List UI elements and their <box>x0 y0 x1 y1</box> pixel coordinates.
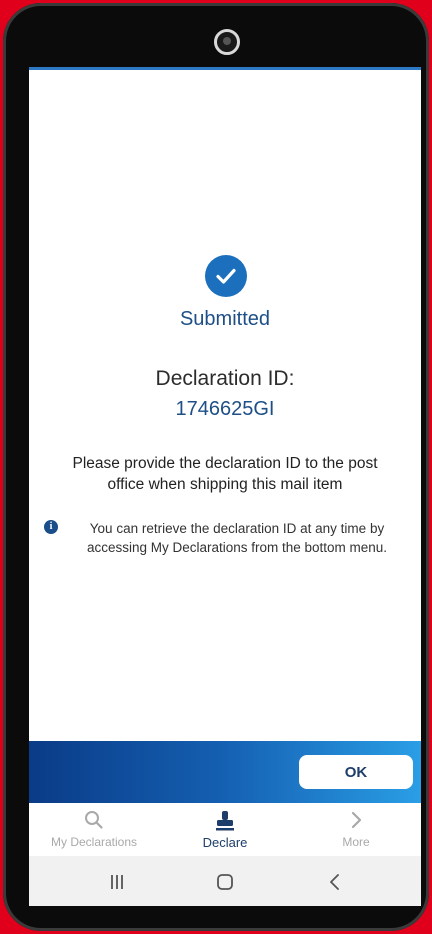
ok-button[interactable]: OK <box>299 755 413 789</box>
recents-icon[interactable] <box>87 856 147 906</box>
status-title: Submitted <box>179 308 271 330</box>
action-band: OK <box>29 741 421 803</box>
home-icon[interactable] <box>195 856 255 906</box>
instruction-text: Please provide the declaration ID to the… <box>72 455 378 493</box>
chevron-right-icon <box>291 809 421 831</box>
checkmark-icon <box>205 255 247 297</box>
tab-label: My Declarations <box>50 835 138 849</box>
declaration-id-label: Declaration ID: <box>155 367 295 390</box>
tab-label: More <box>342 835 370 849</box>
back-icon[interactable] <box>305 856 365 906</box>
info-icon: i <box>44 520 58 534</box>
declaration-id-value: 1746625GI <box>175 398 275 420</box>
bottom-tab-bar: My Declarations Declare More <box>29 803 421 856</box>
tab-label: Declare <box>202 835 248 850</box>
phone-frame: Submitted Declaration ID: 1746625GI Plea… <box>3 3 429 931</box>
system-nav-bar <box>29 856 421 906</box>
camera-icon <box>214 29 240 55</box>
tab-declare[interactable]: Declare <box>160 803 290 856</box>
search-icon <box>29 809 159 831</box>
info-text: You can retrieve the declaration ID at a… <box>86 521 388 555</box>
app-screen: Submitted Declaration ID: 1746625GI Plea… <box>29 67 421 906</box>
top-divider <box>29 67 421 70</box>
tab-my-declarations[interactable]: My Declarations <box>29 803 159 856</box>
stamp-icon <box>160 809 290 831</box>
tab-more[interactable]: More <box>291 803 421 856</box>
